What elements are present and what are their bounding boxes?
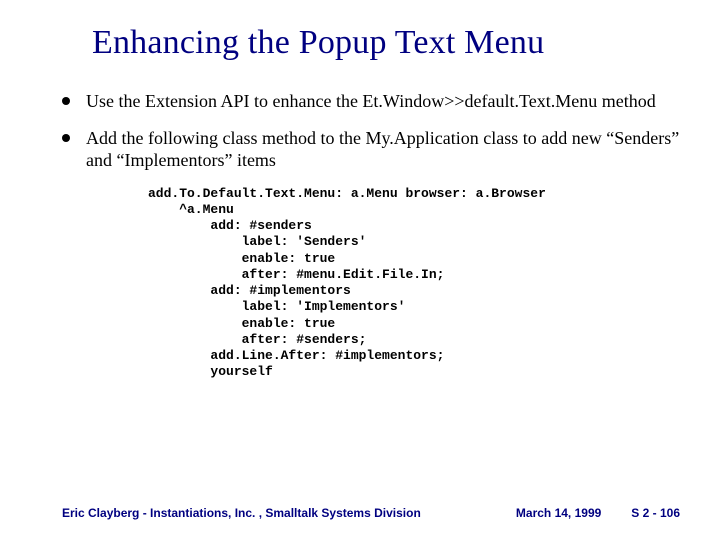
slide-footer: Eric Clayberg - Instantiations, Inc. , S… <box>0 506 720 520</box>
slide-title: Enhancing the Popup Text Menu <box>0 0 720 62</box>
bullet-icon <box>62 134 70 142</box>
footer-page: S 2 - 106 <box>631 506 680 520</box>
bullet-text: Add the following class method to the My… <box>86 127 680 172</box>
footer-author: Eric Clayberg - Instantiations, Inc. , S… <box>62 506 486 520</box>
slide-content: Use the Extension API to enhance the Et.… <box>0 62 720 381</box>
footer-date: March 14, 1999 <box>486 506 631 520</box>
bullet-icon <box>62 97 70 105</box>
bullet-text: Use the Extension API to enhance the Et.… <box>86 90 656 113</box>
slide: Enhancing the Popup Text Menu Use the Ex… <box>0 0 720 540</box>
bullet-item: Use the Extension API to enhance the Et.… <box>62 90 680 113</box>
code-block: add.To.Default.Text.Menu: a.Menu browser… <box>62 186 680 381</box>
bullet-item: Add the following class method to the My… <box>62 127 680 172</box>
